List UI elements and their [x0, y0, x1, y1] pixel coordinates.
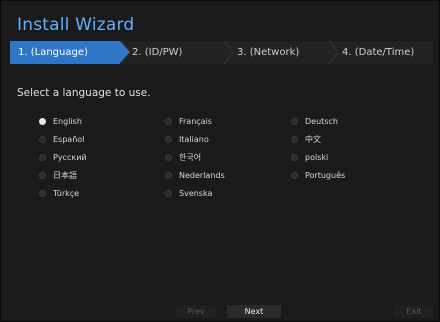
radio-icon[interactable]: [39, 135, 46, 143]
step-label: 2. (ID/PW): [132, 47, 183, 58]
language-option-italian[interactable]: Italiano: [165, 133, 209, 145]
radio-icon[interactable]: [165, 153, 172, 161]
language-option-portuguese[interactable]: Português: [291, 169, 345, 181]
wizard-footer: [10, 297, 433, 317]
language-label: Nederlands: [179, 170, 225, 180]
radio-icon[interactable]: [39, 189, 46, 197]
wizard-title: Install Wizard: [17, 15, 135, 35]
step-language: 1. (Language): [10, 41, 130, 64]
language-option-german[interactable]: Deutsch: [291, 115, 338, 127]
radio-selected-icon[interactable]: [39, 117, 46, 125]
exit-button[interactable]: Exit: [395, 305, 433, 318]
language-option-english[interactable]: English: [39, 115, 82, 127]
step-label: 4. (Date/Time): [342, 47, 415, 58]
language-label: Deutsch: [305, 116, 338, 126]
radio-icon[interactable]: [291, 135, 298, 143]
language-label: Italiano: [179, 134, 209, 144]
next-button[interactable]: Next: [227, 305, 281, 318]
language-label: 日本語: [53, 170, 77, 180]
radio-icon[interactable]: [165, 135, 172, 143]
language-option-swedish[interactable]: Svenska: [165, 187, 212, 199]
step-id-pw: 2. (ID/PW): [120, 41, 234, 64]
step-date-time: 4. (Date/Time): [330, 41, 433, 64]
radio-icon[interactable]: [291, 171, 298, 179]
language-label: Português: [305, 170, 346, 180]
language-option-french[interactable]: Français: [165, 115, 212, 127]
language-option-russian[interactable]: Русский: [39, 151, 87, 163]
install-wizard-window: Install Wizard 1. (Language) 2. (ID/PW) …: [0, 0, 440, 322]
language-label: polski: [305, 152, 329, 162]
prev-button[interactable]: Prev: [176, 305, 216, 318]
radio-icon[interactable]: [165, 189, 172, 197]
radio-icon[interactable]: [291, 117, 298, 125]
language-prompt: Select a language to use.: [17, 87, 151, 99]
language-option-polish[interactable]: polski: [291, 151, 328, 163]
language-label: Français: [179, 116, 212, 126]
step-label: 1. (Language): [18, 47, 88, 58]
language-label: 한국어: [179, 152, 202, 162]
radio-icon[interactable]: [165, 117, 172, 125]
language-option-chinese[interactable]: 中文: [291, 133, 321, 145]
radio-icon[interactable]: [39, 153, 46, 161]
language-label: English: [53, 116, 82, 126]
step-label: 3. (Network): [237, 47, 300, 58]
language-option-espanol[interactable]: Español: [39, 133, 84, 145]
radio-icon[interactable]: [39, 171, 46, 179]
language-label: Türkçe: [53, 188, 80, 198]
language-option-japanese[interactable]: 日本語: [39, 169, 77, 181]
radio-icon[interactable]: [291, 153, 298, 161]
language-option-korean[interactable]: 한국어: [165, 151, 201, 163]
language-label: Español: [53, 134, 85, 144]
step-network: 3. (Network): [225, 41, 339, 64]
language-option-dutch[interactable]: Nederlands: [165, 169, 225, 181]
language-label: Русский: [53, 152, 87, 162]
language-label: 中文: [305, 134, 321, 144]
language-option-turkish[interactable]: Türkçe: [39, 187, 79, 199]
radio-icon[interactable]: [165, 171, 172, 179]
wizard-steps: 1. (Language) 2. (ID/PW) 3. (Network) 4.…: [10, 41, 433, 64]
language-label: Svenska: [179, 188, 213, 198]
